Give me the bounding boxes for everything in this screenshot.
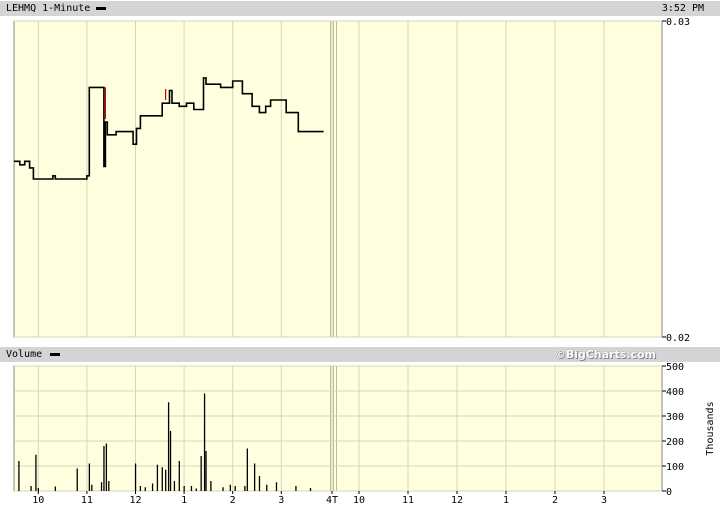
volume-bar: [178, 461, 180, 491]
volume-bar: [91, 484, 93, 491]
volume-bar: [183, 486, 185, 491]
volume-bar: [18, 461, 20, 491]
x-tick-label: 10: [32, 495, 44, 506]
volume-bar: [54, 486, 57, 491]
volume-bar: [88, 463, 91, 491]
volume-bar: [200, 456, 202, 491]
volume-y-tick-label: 300: [666, 412, 684, 423]
volume-bar: [100, 482, 103, 491]
volume-bar: [103, 446, 105, 491]
x-tick-label: 2: [552, 495, 558, 506]
x-tick-label: 3: [278, 495, 284, 506]
volume-bar: [167, 402, 170, 491]
price-panel: 0.03 0.02: [13, 17, 690, 344]
volume-bar: [309, 488, 312, 491]
volume-panel: 5004003002001000Thousands10 11 12 1 2 3 4T 10 11…: [13, 362, 716, 506]
chart-canvas: 0.030.02 5004003002001000Thousands10 11 12…: [13, 17, 716, 506]
x-tick-label: 10: [353, 495, 365, 506]
price-y-tick-label: 0.02: [666, 333, 690, 344]
volume-bar: [275, 482, 278, 491]
volume-bar: [253, 463, 256, 491]
price-plot-area: [13, 20, 663, 338]
x-tick-label: 2: [230, 495, 236, 506]
price-y-tick-label: 0.03: [666, 17, 690, 28]
volume-bar: [229, 484, 231, 491]
x-tick-label: 12: [129, 495, 141, 506]
x-tick-label: 12: [451, 495, 463, 506]
volume-bar: [169, 431, 172, 491]
volume-bar: [30, 486, 32, 491]
volume-bar: [108, 481, 110, 491]
volume-bar: [222, 487, 224, 491]
x-tick-label: 4T: [326, 495, 338, 506]
volume-bar: [173, 481, 176, 491]
volume-y-tick-label: 200: [666, 437, 684, 448]
volume-bar: [205, 451, 207, 491]
volume-bar: [266, 484, 268, 491]
volume-bar: [105, 443, 108, 491]
volume-bar: [161, 467, 163, 491]
volume-y-tick-label: 0: [666, 487, 672, 498]
volume-bar: [37, 488, 39, 491]
volume-bar: [156, 464, 159, 491]
volume-plot-area: [13, 365, 663, 492]
volume-y-tick-label: 100: [666, 462, 684, 473]
x-tick-label: 1: [181, 495, 187, 506]
volume-y-tick-label: 500: [666, 362, 684, 373]
volume-bar: [234, 486, 236, 491]
volume-y-tick-label: 400: [666, 387, 684, 398]
volume-bar: [244, 486, 246, 491]
x-tick-label: 11: [402, 495, 414, 506]
x-tick-label: 1: [503, 495, 509, 506]
volume-bar: [210, 481, 212, 491]
x-tick-label: 11: [81, 495, 93, 506]
volume-bar: [258, 476, 261, 491]
volume-bar: [295, 486, 297, 491]
volume-bar: [151, 483, 154, 491]
x-tick-label: 3: [601, 495, 607, 506]
volume-bar: [246, 448, 248, 491]
volume-bar: [203, 393, 206, 491]
volume-bar: [76, 468, 78, 491]
volume-y-axis-title: Thousands: [705, 401, 716, 455]
volume-bar: [35, 454, 37, 491]
volume-bar: [165, 469, 167, 491]
volume-bar: [195, 488, 197, 491]
volume-bar: [144, 487, 146, 491]
volume-bar: [134, 463, 137, 491]
volume-bar: [190, 486, 193, 491]
volume-bar: [139, 486, 142, 491]
